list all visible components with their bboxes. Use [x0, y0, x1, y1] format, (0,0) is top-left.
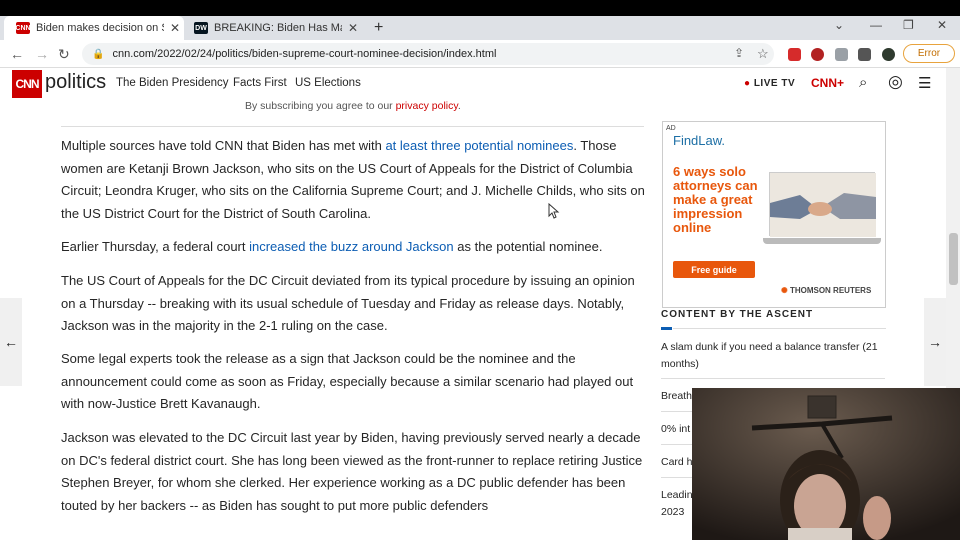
section-name[interactable]: politics: [45, 71, 106, 94]
new-tab-button[interactable]: +: [374, 19, 383, 37]
live-tv-label: LIVE TV: [753, 78, 796, 89]
minimize-icon[interactable]: —: [870, 18, 882, 32]
nav-link-facts-first[interactable]: Facts First: [233, 77, 287, 89]
site-header: CNN politics The Biden Presidency Facts …: [0, 68, 960, 100]
forward-icon[interactable]: →: [35, 46, 49, 62]
dw-favicon-icon: DW: [194, 22, 208, 34]
paragraph-text: Earlier Thursday, a federal court: [61, 239, 250, 254]
laptop-shape: [763, 238, 881, 244]
findlaw-ad[interactable]: AD FindLaw. 6 ways solo attorneys can ma…: [662, 121, 886, 308]
nav-link-us-elections[interactable]: US Elections: [295, 77, 361, 89]
extension-icon[interactable]: [835, 48, 848, 61]
thomson-reuters-icon: ✺: [781, 286, 790, 295]
left-arrow-icon[interactable]: ←: [0, 298, 22, 386]
account-icon[interactable]: ◎: [888, 72, 903, 92]
handshake-image: [769, 172, 876, 237]
sponsored-link[interactable]: A slam dunk if you need a balance transf…: [661, 339, 885, 372]
right-arrow-icon[interactable]: →: [924, 298, 946, 386]
article-paragraph: Some legal experts took the release as a…: [61, 351, 634, 411]
subscribe-end: .: [457, 100, 461, 112]
divider: [673, 328, 886, 329]
scrollbar-thumb[interactable]: [949, 233, 958, 285]
restore-icon[interactable]: ❐: [903, 18, 914, 32]
sponsored-section-title: CONTENT BY THE ASCENT: [661, 309, 814, 320]
window-top-bar: [0, 0, 960, 16]
cnn-plus-link[interactable]: CNN+: [811, 76, 844, 90]
url-text: cnn.com/2022/02/24/politics/biden-suprem…: [112, 48, 497, 60]
live-tv-link[interactable]: ● LIVE TV: [744, 78, 795, 89]
ad-brand-logo: FindLaw.: [673, 133, 726, 148]
nominees-link[interactable]: at least three potential nominees: [385, 138, 573, 153]
lock-icon[interactable]: 🔒: [92, 49, 104, 60]
cnn-favicon-icon: CNN: [15, 22, 31, 34]
free-guide-button[interactable]: Free guide: [673, 261, 755, 278]
buzz-link[interactable]: increased the buzz around Jackson: [249, 239, 454, 254]
search-icon[interactable]: ⌕: [859, 74, 867, 91]
sponsored-link[interactable]: Leadin 2023: [661, 487, 693, 520]
back-icon[interactable]: ←: [10, 46, 24, 62]
tab-dw[interactable]: DW BREAKING: Biden Has Made Deci ✕: [184, 16, 364, 40]
puzzle-icon[interactable]: [858, 48, 871, 61]
article-paragraph: Multiple sources have told CNN that Bide…: [61, 135, 651, 225]
divider: [61, 126, 644, 127]
extension-icon[interactable]: [788, 48, 801, 61]
mouse-cursor-icon: [548, 203, 560, 219]
reload-icon[interactable]: ↻: [58, 46, 70, 63]
nav-link-biden-presidency[interactable]: The Biden Presidency: [116, 77, 229, 89]
tab-cnn[interactable]: CNN Biden makes decision on Supre ✕: [4, 16, 184, 40]
sponsor-logo: ✺ THOMSON REUTERS: [781, 286, 871, 295]
tab-search-icon[interactable]: ⌄: [834, 18, 844, 32]
cnn-logo[interactable]: CNN: [12, 70, 42, 98]
close-tab-icon[interactable]: ✕: [348, 21, 358, 35]
ad-headline: 6 ways solo attorneys can make a great i…: [673, 164, 758, 235]
extension-icon[interactable]: [811, 48, 824, 61]
paragraph-text: Multiple sources have told CNN that Bide…: [61, 138, 386, 153]
ad-label: AD: [666, 125, 676, 132]
error-button[interactable]: Error: [903, 44, 955, 63]
privacy-policy-link[interactable]: privacy policy: [396, 100, 458, 112]
menu-icon[interactable]: ☰: [918, 74, 931, 92]
article-paragraph: The US Court of Appeals for the DC Circu…: [61, 273, 635, 333]
share-icon[interactable]: ⇪: [734, 46, 744, 60]
subscribe-notice: By subscribing you agree to our privacy …: [245, 100, 461, 112]
close-window-icon[interactable]: ✕: [937, 18, 947, 32]
sponsor-name: THOMSON REUTERS: [789, 286, 872, 295]
tab-title: Biden makes decision on Supre: [36, 22, 164, 34]
subscribe-text: By subscribing you agree to our: [245, 100, 396, 112]
star-icon[interactable]: ☆: [757, 46, 769, 62]
browser-toolbar: ← → ↻ 🔒 cnn.com/2022/02/24/politics/bide…: [0, 40, 960, 68]
webcam-overlay: [692, 388, 960, 540]
paragraph-text: as the potential nominee.: [453, 239, 603, 254]
section-accent-bar: [661, 327, 672, 330]
avatar[interactable]: [882, 48, 895, 61]
article-paragraph: Jackson was elevated to the DC Circuit l…: [61, 430, 643, 513]
tab-strip: CNN Biden makes decision on Supre ✕ DW B…: [0, 16, 960, 40]
tab-title: BREAKING: Biden Has Made Deci: [214, 22, 342, 34]
divider: [661, 378, 885, 379]
address-bar[interactable]: 🔒 cnn.com/2022/02/24/politics/biden-supr…: [82, 43, 774, 65]
close-tab-icon[interactable]: ✕: [170, 21, 180, 35]
article-paragraph: Earlier Thursday, a federal court increa…: [61, 236, 651, 259]
